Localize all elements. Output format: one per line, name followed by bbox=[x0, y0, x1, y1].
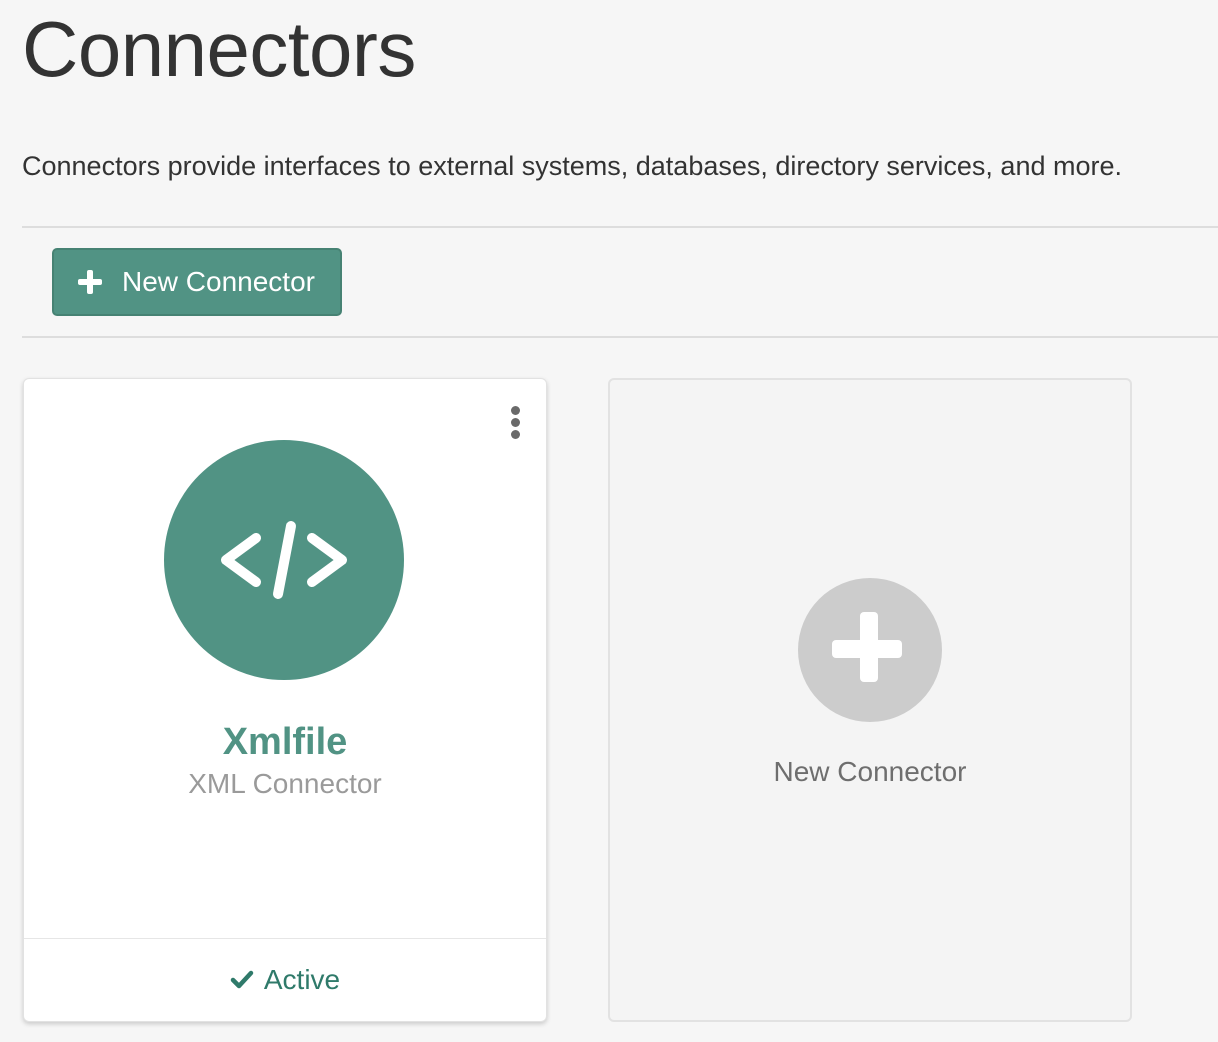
menu-dot bbox=[511, 430, 520, 439]
menu-dot bbox=[511, 418, 520, 427]
plus-icon bbox=[78, 270, 102, 294]
new-connector-card[interactable]: New Connector bbox=[608, 378, 1132, 1022]
connector-status: Active bbox=[24, 938, 546, 1021]
checkmark-icon bbox=[230, 970, 254, 989]
new-connector-button[interactable]: New Connector bbox=[52, 248, 342, 316]
toolbar-divider-top bbox=[22, 226, 1218, 228]
vertical-ellipsis-icon[interactable] bbox=[508, 406, 522, 440]
connector-avatar[interactable] bbox=[164, 440, 404, 680]
plus-icon bbox=[798, 578, 942, 722]
new-connector-button-label: New Connector bbox=[122, 266, 315, 297]
connector-type: XML Connector bbox=[188, 768, 382, 799]
toolbar-divider-bottom bbox=[22, 336, 1218, 338]
code-icon bbox=[221, 521, 347, 599]
menu-dot bbox=[511, 406, 520, 415]
connectors-page: Connectors Connectors provide interfaces… bbox=[0, 0, 1218, 1042]
page-description: Connectors provide interfaces to externa… bbox=[22, 151, 1122, 181]
page-title: Connectors bbox=[22, 5, 416, 93]
connector-card-xmlfile[interactable]: Xmlfile XML Connector Active bbox=[23, 378, 547, 1022]
new-connector-card-label: New Connector bbox=[773, 756, 967, 787]
status-label: Active bbox=[263, 964, 341, 995]
connector-name[interactable]: Xmlfile bbox=[24, 719, 546, 765]
plus-circle-icon bbox=[798, 578, 942, 722]
